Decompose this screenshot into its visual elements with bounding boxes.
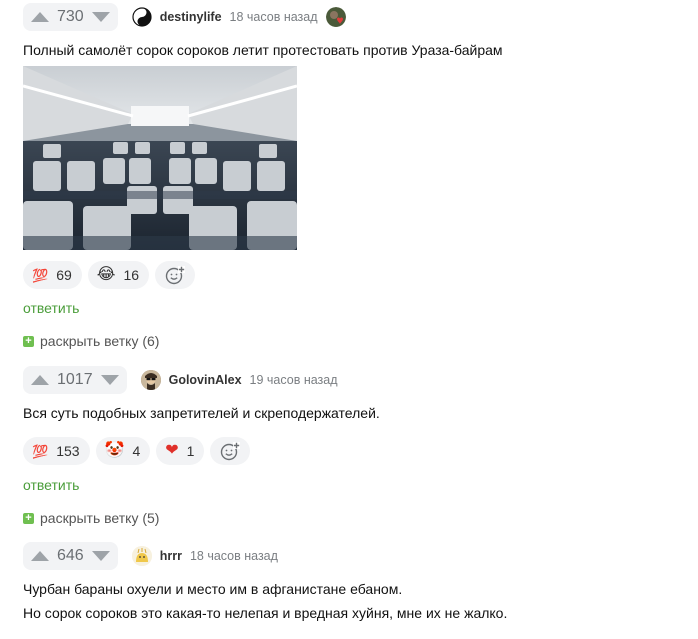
reaction-count: 153: [56, 443, 80, 459]
add-reaction-button[interactable]: [210, 437, 251, 465]
expand-thread-button[interactable]: + раскрыть ветку (6): [23, 333, 159, 349]
comment-text-line: Полный самолёт сорок сороков летит проте…: [23, 42, 503, 58]
add-emoji-icon: [221, 442, 241, 461]
laughing-face-icon: 😂: [96, 266, 116, 283]
reaction-heart[interactable]: ❤ 1: [156, 437, 205, 465]
upvote-arrow-icon[interactable]: [31, 551, 49, 561]
reaction-count: 1: [186, 443, 195, 459]
comment-text-line: Но сорок сороков это какая-то нелепая и …: [23, 605, 508, 621]
rating-value: 1017: [57, 371, 93, 388]
hundred-points-icon: 💯: [32, 267, 49, 283]
airplane-cabin-image[interactable]: [23, 66, 297, 250]
user-avatar-icon: [131, 546, 152, 566]
avatar[interactable]: [140, 370, 161, 390]
comment-header: 1017 GolovinAlex 19 часов назад: [23, 365, 338, 395]
timestamp[interactable]: 18 часов назад: [230, 10, 318, 24]
rating-value: 730: [57, 8, 84, 25]
avatar[interactable]: [132, 7, 152, 27]
comment-text-line: Вся суть подобных запретителей и скрепод…: [23, 405, 380, 421]
reaction-hundred[interactable]: 💯 153: [23, 437, 90, 465]
author-name[interactable]: destinylife: [160, 10, 222, 24]
hundred-points-icon: 💯: [32, 443, 49, 459]
reactions-bar: 💯 69 😂 16: [23, 261, 196, 289]
rating-widget: 646: [23, 542, 118, 570]
expand-thread-label: раскрыть ветку (5): [40, 510, 160, 526]
plus-icon: +: [23, 335, 34, 347]
avatar[interactable]: [131, 546, 152, 566]
reaction-clown[interactable]: 🤡 4: [95, 437, 151, 465]
author-name[interactable]: GolovinAlex: [169, 373, 242, 387]
user-badge-icon: [325, 7, 346, 27]
upvote-arrow-icon[interactable]: [31, 12, 49, 22]
reaction-hundred[interactable]: 💯 69: [23, 261, 82, 289]
downvote-arrow-icon[interactable]: [91, 551, 110, 561]
comment-text-line: Чурбан бараны охуели и место им в афгани…: [23, 581, 403, 597]
plus-icon: +: [23, 512, 34, 524]
reaction-count: 69: [56, 267, 72, 283]
timestamp[interactable]: 19 часов назад: [250, 373, 338, 387]
rating-widget: 1017: [23, 366, 127, 394]
reply-link[interactable]: ответить: [23, 300, 79, 316]
rating-value: 646: [57, 547, 84, 564]
add-reaction-button[interactable]: [155, 261, 196, 289]
comment-text: Чурбан бараны охуели и место им в афгани…: [23, 577, 507, 625]
comment-text: Вся суть подобных запретителей и скрепод…: [23, 401, 380, 425]
reactions-bar: 💯 153 🤡 4 ❤ 1: [23, 437, 251, 465]
expand-thread-label: раскрыть ветку (6): [40, 333, 160, 349]
comment-header: 730 destinylife 18 часов назад: [23, 2, 346, 32]
author-name[interactable]: hrrr: [160, 549, 182, 563]
expand-thread-button[interactable]: + раскрыть ветку (5): [23, 510, 159, 526]
downvote-arrow-icon[interactable]: [100, 375, 119, 385]
comment-text: Полный самолёт сорок сороков летит проте…: [23, 38, 503, 62]
clown-face-icon: 🤡: [104, 442, 125, 459]
yin-yang-icon: [132, 7, 152, 27]
heart-icon: ❤: [165, 442, 179, 459]
user-photo-icon: [140, 370, 161, 390]
downvote-arrow-icon[interactable]: [91, 12, 110, 22]
timestamp[interactable]: 18 часов назад: [190, 549, 278, 563]
rating-widget: 730: [23, 3, 118, 31]
reaction-count: 16: [123, 267, 140, 283]
upvote-arrow-icon[interactable]: [31, 375, 49, 385]
reaction-count: 4: [132, 443, 141, 459]
reply-link[interactable]: ответить: [23, 477, 79, 493]
comment-header: 646 hrrr 18 часов назад: [23, 541, 278, 571]
reaction-laughing[interactable]: 😂 16: [87, 261, 150, 289]
add-emoji-icon: [165, 266, 186, 285]
